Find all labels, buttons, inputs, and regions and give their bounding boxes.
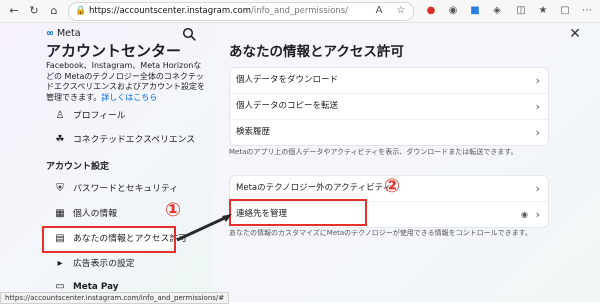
chevron-right-icon: › [535,208,540,221]
sidebar-item-profile[interactable]: ♙ プロフィール [46,106,206,126]
list-item-transfer-data[interactable]: 個人データのコピーを転送 › [230,94,548,120]
chevron-right-icon: › [535,100,540,113]
favorite-icon[interactable]: ☆ [394,4,408,18]
extension-icon[interactable]: ■ [468,4,482,18]
person-icon: ♙ [55,110,65,121]
sidebar-item-label: 個人の情報 [73,209,117,219]
status-bar: https://accountscenter.instagram.com/inf… [0,292,230,304]
row-label: Metaのテクノロジー外のアクティビティ [236,183,392,193]
browser-toolbar: ← ↻ ⌂ 🔒 https://accountscenter.instagram… [0,0,600,23]
info-card: 個人データをダウンロード › 個人データのコピーを転送 › 検索履歴 › [229,67,549,146]
extension-icon[interactable]: ◉ [446,4,460,18]
sidebar-item-ad-preferences[interactable]: ▸ 広告表示の設定 [46,254,206,274]
row-label: 検索履歴 [236,127,271,137]
sidebar-description: Facebook、Instagram、Meta Horizonなどの Metaの… [46,61,206,103]
url-text: https://accountscenter.instagram.com/inf… [89,3,348,20]
sidebar-title: アカウントセンター [46,42,182,60]
search-icon[interactable] [182,27,196,41]
extension-icon[interactable]: ● [424,4,438,18]
highlight-box-sidebar [42,226,176,253]
collections-icon[interactable]: ▢ [558,4,572,18]
split-screen-icon[interactable]: ◫ [514,4,528,18]
close-icon[interactable]: ✕ [568,27,582,41]
sidebar-item-label: パスワードとセキュリティ [73,184,179,194]
row-label: 個人データのコピーを転送 [236,101,339,111]
section-label-account-settings: アカウント設定 [46,162,110,172]
sidebar-item-connected-experiences[interactable]: ☘ コネクテッドエクスペリエンス [46,130,206,150]
sidebar-item-label: コネクテッドエクスペリエンス [73,135,196,145]
connected-icon: ☘ [55,134,65,145]
address-bar[interactable]: 🔒 https://accountscenter.instagram.com/i… [68,2,414,21]
chevron-right-icon: › [535,182,540,195]
megaphone-icon: ▸ [57,258,63,269]
main-panel [213,23,600,302]
brand-name: Meta [56,28,81,39]
url-path: /info_and_permissions/ [250,6,348,16]
home-icon[interactable]: ⌂ [46,3,62,19]
chevron-right-icon: › [535,126,540,139]
annotation-arrow [176,214,232,242]
more-icon[interactable]: ⋯ [580,4,594,18]
page-title: あなたの情報とアクセス許可 [229,44,404,60]
card-note: あなたの情報のカスタマイズにMetaのテクノロジーが使用できる情報をコントロール… [229,229,532,237]
list-item-download-data[interactable]: 個人データをダウンロード › [230,68,548,94]
read-aloud-icon[interactable]: A [372,4,386,18]
sidebar-item-label: 広告表示の設定 [73,259,135,269]
card-note: Metaのアプリ上の個人データやアクティビティを表示、ダウンロードまたは転送でき… [229,148,518,156]
back-icon[interactable]: ← [6,3,22,19]
sidebar-item-password-security[interactable]: ⛨ パスワードとセキュリティ [46,179,206,199]
meta-logo: ∞ Meta [46,28,81,39]
marker-2: ② [384,175,401,197]
list-item-search-history[interactable]: 検索履歴 › [230,120,548,145]
learn-more-link[interactable]: 詳しくはこちら [101,93,157,102]
id-card-icon: ▦ [55,208,65,219]
favorites-icon[interactable]: ★ [536,4,550,18]
sidebar-item-label: プロフィール [73,111,126,121]
url-host: https://accountscenter.instagram.com [89,6,251,16]
chevron-right-icon: › [535,74,540,87]
shield-icon: ⛨ [56,183,64,194]
highlight-box-contacts [229,199,367,226]
instagram-icon: ◉ [521,210,528,219]
extension-icon[interactable]: ◈ [490,4,504,18]
meta-infinity-icon: ∞ [46,28,54,39]
row-label: 個人データをダウンロード [236,75,339,85]
reload-icon[interactable]: ↻ [26,3,42,19]
lock-icon: 🔒 [75,6,87,16]
